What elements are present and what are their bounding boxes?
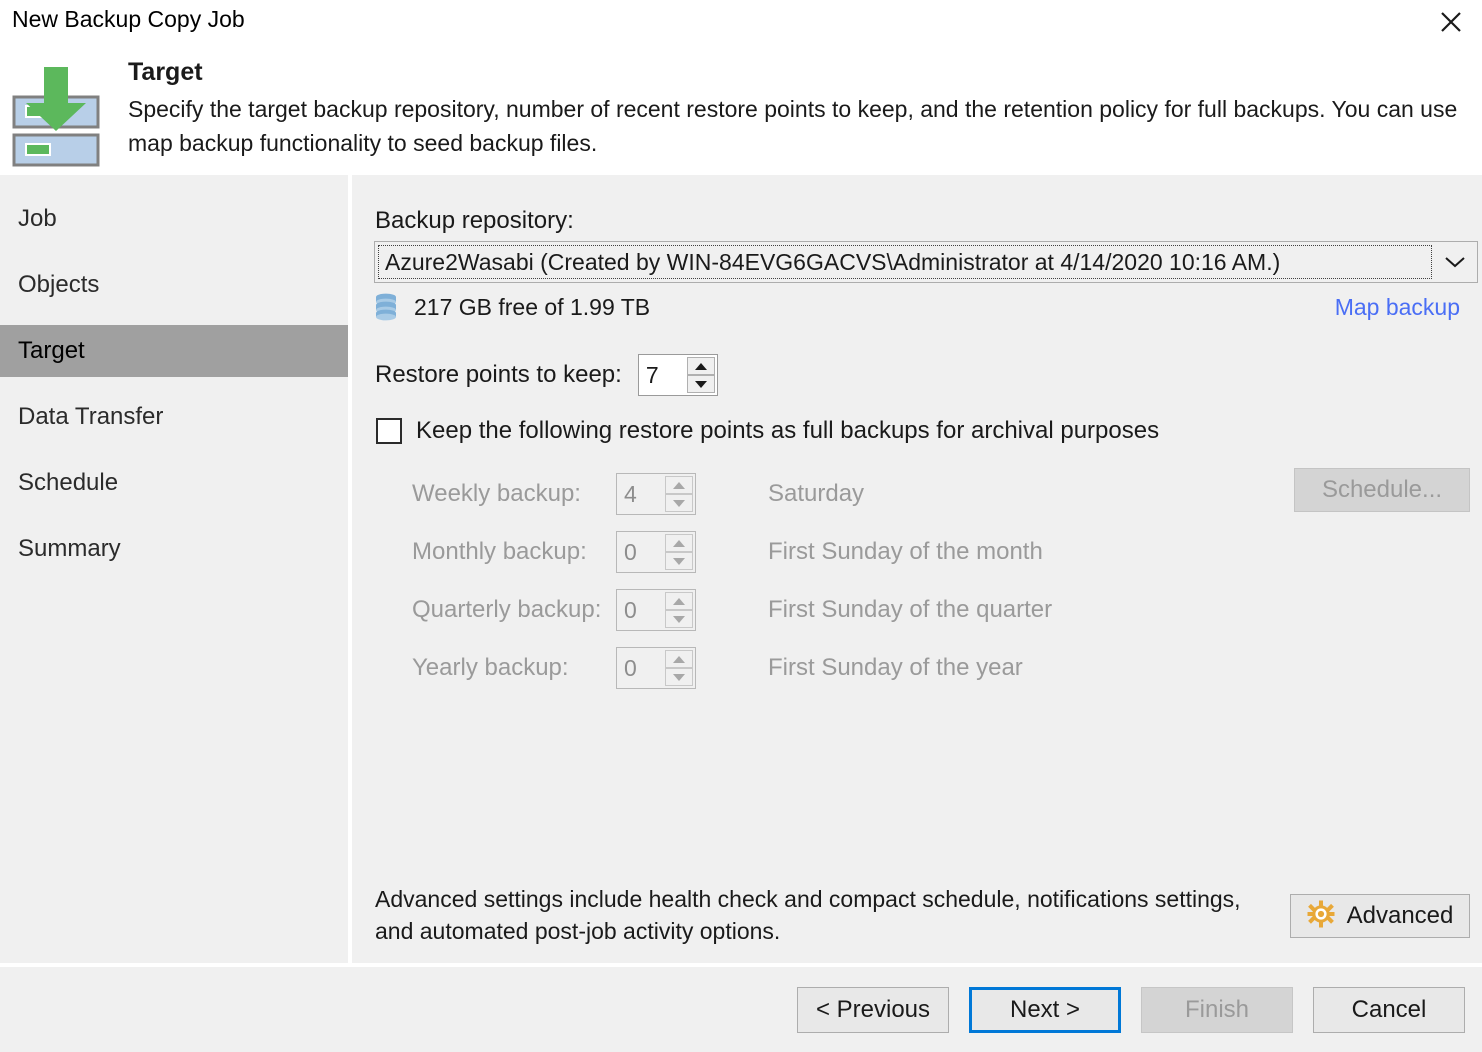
repository-free-space: 217 GB free of 1.99 TB [374,293,650,321]
stepper-down-button [665,610,693,628]
restore-points-stepper-buttons [686,357,715,393]
repository-free-space-text: 217 GB free of 1.99 TB [414,293,651,320]
stepper-up-button[interactable] [686,357,715,375]
database-icon [374,293,398,321]
sidebar-item-label: Data Transfer [18,403,164,430]
backup-target-download-icon [8,61,104,171]
monthly-backup-stepper: 0 [616,531,696,573]
quarterly-backup-stepper: 0 [616,589,696,631]
stepper-down-button[interactable] [686,375,715,393]
archival-checkbox[interactable] [376,418,402,444]
sidebar-item-label: Schedule [18,469,119,496]
monthly-backup-stepper-wrap: 0 [616,531,696,573]
backup-repository-label: Backup repository: [375,207,574,234]
restore-points-to-keep-label: Restore points to keep: [375,361,622,388]
triangle-up-icon [673,539,685,547]
stepper-up-button [665,534,693,552]
yearly-backup-label: Yearly backup: [412,654,569,681]
stepper-up-button [665,650,693,668]
next-button[interactable]: Next > [969,987,1121,1033]
triangle-up-icon [673,481,685,489]
close-button[interactable] [1420,0,1482,44]
triangle-down-icon [694,380,707,388]
advanced-button[interactable]: Advanced [1290,894,1470,938]
title-bar: New Backup Copy Job [0,0,1482,44]
monthly-backup-stepper-buttons [665,534,693,570]
weekly-backup-description: Saturday [768,480,865,507]
monthly-backup-description: First Sunday of the month [768,538,1043,565]
dialog-footer: < Previous Next > Finish Cancel [0,967,1482,1052]
yearly-backup-stepper: 0 [616,647,696,689]
triangle-down-icon [673,499,685,507]
weekly-backup-value: 4 [624,480,637,507]
triangle-up-icon [694,362,707,370]
sidebar-item-label: Summary [18,535,121,562]
restore-points-to-keep-row: Restore points to keep: 7 [375,354,718,396]
wizard-header: Target Specify the target backup reposit… [0,44,1482,175]
sidebar-item-label: Objects [18,271,100,298]
backup-repository-select[interactable]: Azure2Wasabi (Created by WIN-84EVG6GACVS… [374,241,1478,283]
sidebar-item-target[interactable]: Target [0,325,348,377]
stepper-down-button [665,668,693,686]
cancel-button[interactable]: Cancel [1313,987,1465,1033]
triangle-down-icon [673,615,685,623]
quarterly-backup-value: 0 [624,596,637,623]
page-title: Target [128,58,203,86]
triangle-down-icon [673,557,685,565]
window-title: New Backup Copy Job [12,6,245,32]
wizard-steps-sidebar: Job Objects Target Data Transfer Schedul… [0,175,348,963]
stepper-up-button [665,476,693,494]
yearly-backup-value: 0 [624,654,637,681]
monthly-backup-value: 0 [624,538,637,565]
sidebar-item-job[interactable]: Job [0,193,348,245]
backup-repository-value: Azure2Wasabi (Created by WIN-84EVG6GACVS… [385,248,1281,275]
weekly-backup-stepper: 4 [616,473,696,515]
sidebar-item-label: Job [18,205,57,232]
quarterly-backup-stepper-buttons [665,592,693,628]
weekly-backup-stepper-buttons [665,476,693,512]
quarterly-backup-row: Quarterly backup: 0 First Sunday of the … [376,589,1476,631]
monthly-backup-row: Monthly backup: 0 First Sunday of the mo… [376,531,1476,573]
dialog-body: Job Objects Target Data Transfer Schedul… [0,175,1482,963]
stepper-down-button [665,494,693,512]
triangle-up-icon [673,655,685,663]
sidebar-item-objects[interactable]: Objects [0,259,348,311]
chevron-down-icon[interactable] [1433,242,1477,282]
archival-checkbox-label: Keep the following restore points as ful… [416,417,1160,444]
archival-checkbox-row[interactable]: Keep the following restore points as ful… [376,417,1159,445]
stepper-up-button [665,592,693,610]
sidebar-item-schedule[interactable]: Schedule [0,457,348,509]
quarterly-backup-description: First Sunday of the quarter [768,596,1053,623]
backup-repository-select-focus-frame: Azure2Wasabi (Created by WIN-84EVG6GACVS… [378,245,1432,279]
stepper-down-button [665,552,693,570]
target-settings-panel: Backup repository: Azure2Wasabi (Created… [352,175,1482,963]
advanced-button-label: Advanced [1346,902,1454,929]
close-icon [1438,9,1464,35]
yearly-backup-description: First Sunday of the year [768,654,1023,681]
weekly-backup-label: Weekly backup: [412,480,581,507]
map-backup-link[interactable]: Map backup [1335,294,1460,321]
yearly-backup-row: Yearly backup: 0 First Sunday of the yea… [376,647,1476,689]
page-description: Specify the target backup repository, nu… [128,96,1458,156]
quarterly-backup-stepper-wrap: 0 [616,589,696,631]
yearly-backup-stepper-buttons [665,650,693,686]
restore-points-value: 7 [645,361,659,388]
triangle-down-icon [673,673,685,681]
yearly-backup-stepper-wrap: 0 [616,647,696,689]
previous-button[interactable]: < Previous [797,987,949,1033]
sidebar-item-label: Target [18,337,85,364]
triangle-up-icon [673,597,685,605]
quarterly-backup-label: Quarterly backup: [412,596,602,623]
restore-points-stepper[interactable]: 7 [637,354,718,396]
schedule-button: Schedule... [1294,468,1470,512]
sidebar-item-data-transfer[interactable]: Data Transfer [0,391,348,443]
finish-button: Finish [1141,987,1293,1033]
advanced-settings-description: Advanced settings include health check a… [375,886,1241,944]
gear-icon [1307,900,1335,933]
sidebar-item-summary[interactable]: Summary [0,523,348,575]
monthly-backup-label: Monthly backup: [412,538,587,565]
weekly-backup-stepper-wrap: 4 [616,473,696,515]
